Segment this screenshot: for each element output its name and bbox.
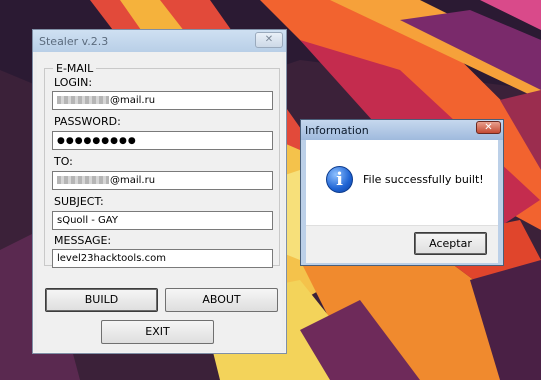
information-icon: i [326,166,353,193]
redacted-recipient [57,176,109,184]
email-group-label: E-MAIL [53,62,97,75]
login-field-domain: @mail.ru [110,95,156,106]
build-button[interactable]: BUILD [45,288,158,312]
to-field[interactable]: @mail.ru [52,171,273,190]
info-close-button[interactable]: ✕ [476,121,501,134]
password-label: PASSWORD: [54,115,121,128]
subject-field[interactable]: sQuoll - GAY [52,211,273,230]
message-label: MESSAGE: [54,234,112,247]
message-field[interactable]: level23hacktools.com [52,249,273,268]
redacted-username [57,96,109,104]
password-mask: ●●●●●●●●● [57,136,137,146]
stealer-body: E-MAIL LOGIN: @mail.ru PASSWORD: ●●●●●●●… [37,52,282,350]
login-field[interactable]: @mail.ru [52,91,273,110]
to-field-domain: @mail.ru [110,175,156,186]
exit-button[interactable]: EXIT [101,320,214,344]
close-icon: ✕ [484,122,493,133]
information-dialog: Information ✕ i File successfully built!… [300,119,504,266]
aceptar-button[interactable]: Aceptar [414,232,487,255]
window-title: Stealer v.2.3 [39,35,109,48]
subject-value: sQuoll - GAY [57,215,118,226]
stealer-window: Stealer v.2.3 ✕ E-MAIL LOGIN: @mail.ru P… [32,29,287,354]
about-button[interactable]: ABOUT [165,288,278,312]
to-label: TO: [54,155,73,168]
login-label: LOGIN: [54,76,93,89]
email-group: E-MAIL LOGIN: @mail.ru PASSWORD: ●●●●●●●… [44,62,280,268]
info-title: Information [305,124,369,137]
password-field[interactable]: ●●●●●●●●● [52,131,273,150]
close-button[interactable]: ✕ [255,32,283,48]
stealer-titlebar[interactable]: Stealer v.2.3 ✕ [33,30,286,52]
message-value: level23hacktools.com [57,253,166,264]
info-footer: Aceptar [306,225,498,263]
info-titlebar[interactable]: Information ✕ [301,120,503,140]
subject-label: SUBJECT: [54,195,104,208]
info-message: File successfully built! [363,173,484,186]
close-icon: ✕ [264,34,274,45]
info-content: i File successfully built! [306,140,498,225]
